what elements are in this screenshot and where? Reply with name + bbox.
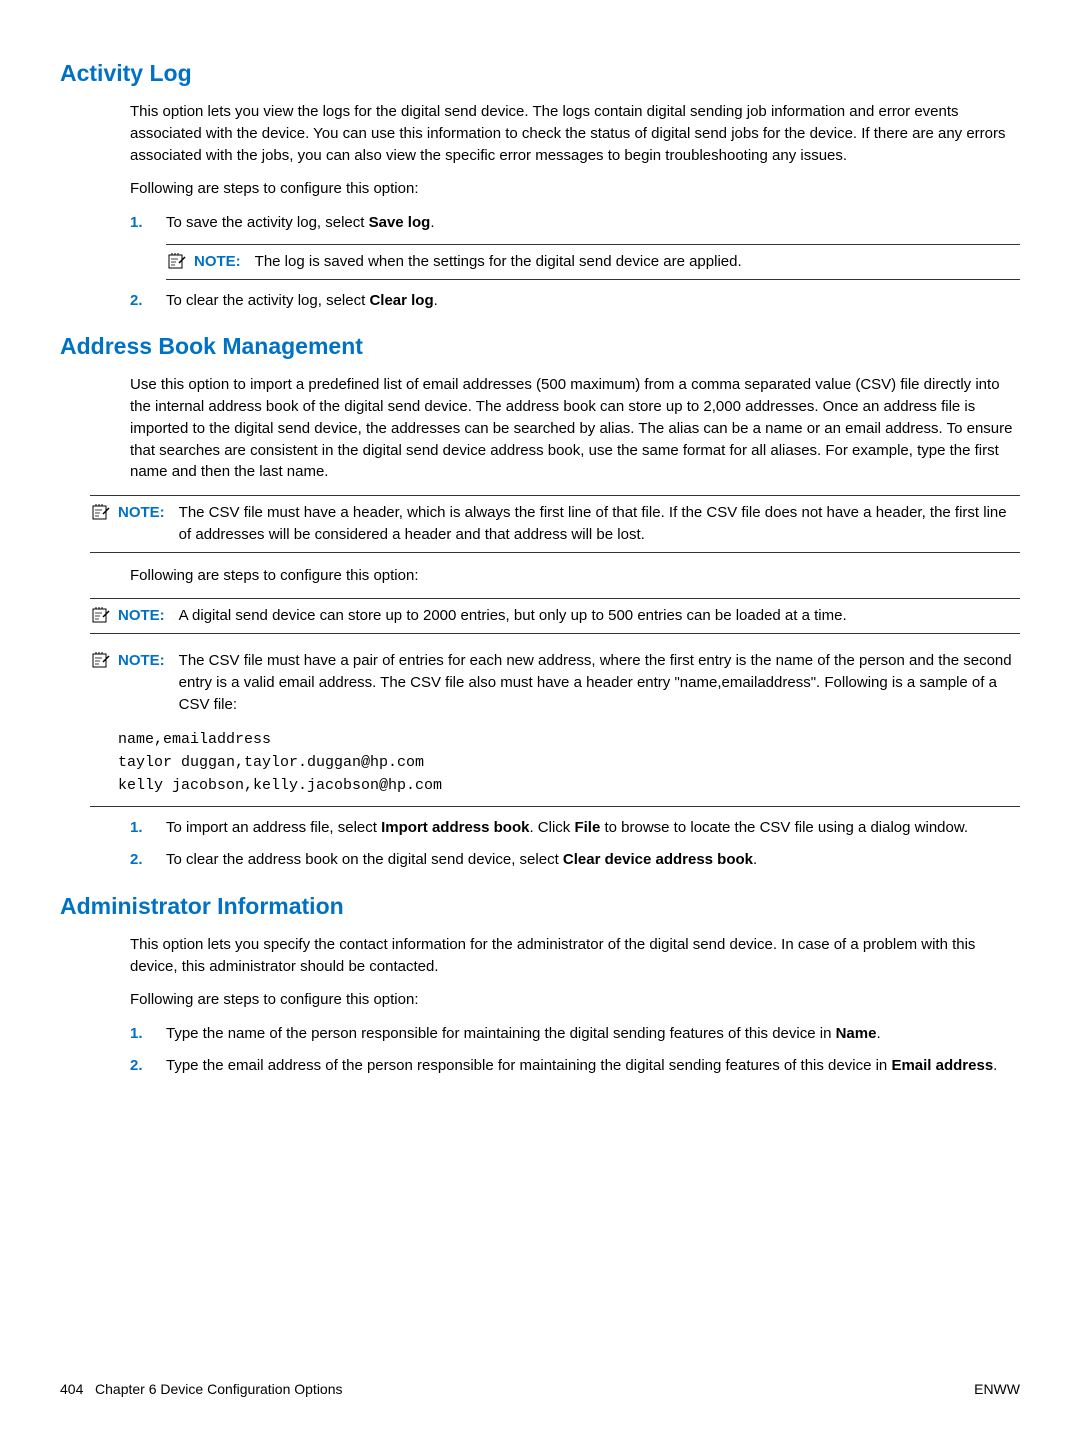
bold-text: Save log	[369, 214, 431, 231]
note-box: NOTE: The log is saved when the settings…	[166, 244, 1020, 280]
admin-info-para-1: This option lets you specify the contact…	[130, 934, 1020, 978]
admin-info-body: This option lets you specify the contact…	[130, 934, 1020, 1077]
note-text: A digital send device can store up to 20…	[179, 605, 1020, 627]
list-item: 1. To save the activity log, select Save…	[130, 212, 1020, 234]
step-text: To import an address file, select Import…	[166, 817, 1020, 839]
note-icon	[90, 605, 112, 625]
step-text: Type the email address of the person res…	[166, 1055, 1020, 1077]
chapter-title: Chapter 6 Device Configuration Options	[95, 1381, 342, 1397]
text-span: .	[753, 851, 757, 868]
step-number: 1.	[130, 1023, 166, 1045]
address-book-notes: NOTE: The CSV file must have a header, w…	[90, 495, 1020, 553]
address-book-para-1: Use this option to import a predefined l…	[130, 374, 1020, 483]
list-item: 2. To clear the address book on the digi…	[130, 849, 1020, 871]
text-span: Type the name of the person responsible …	[166, 1025, 836, 1042]
code-line: name,emailaddress	[118, 731, 1020, 748]
step-number: 2.	[130, 290, 166, 312]
note-label: NOTE:	[194, 251, 241, 273]
note-box: NOTE: A digital send device can store up…	[90, 598, 1020, 634]
address-book-note-stack: NOTE: A digital send device can store up…	[90, 598, 1020, 807]
note-icon	[90, 502, 112, 522]
note-icon	[90, 650, 112, 670]
text-span: Type the email address of the person res…	[166, 1057, 891, 1074]
admin-info-para-2: Following are steps to configure this op…	[130, 989, 1020, 1011]
note-text: The log is saved when the settings for t…	[255, 251, 1020, 273]
text-span: To save the activity log, select	[166, 214, 369, 231]
bold-text: Email address	[891, 1057, 993, 1074]
step-number: 1.	[130, 817, 166, 839]
step-text: Type the name of the person responsible …	[166, 1023, 1020, 1045]
list-item: 1. To import an address file, select Imp…	[130, 817, 1020, 839]
heading-address-book: Address Book Management	[60, 333, 1020, 360]
note-text: The CSV file must have a pair of entries…	[179, 650, 1020, 715]
list-item: 2. Type the email address of the person …	[130, 1055, 1020, 1077]
bold-text: Clear log	[369, 292, 433, 309]
code-line: taylor duggan,taylor.duggan@hp.com	[118, 754, 1020, 771]
activity-log-para-1: This option lets you view the logs for t…	[130, 101, 1020, 166]
text-span: To clear the address book on the digital…	[166, 851, 563, 868]
nested-note-wrapper: NOTE: The log is saved when the settings…	[166, 244, 1020, 280]
page-number: 404	[60, 1381, 83, 1397]
document-page: Activity Log This option lets you view t…	[0, 0, 1080, 1437]
address-book-para-2: Following are steps to configure this op…	[130, 565, 1020, 587]
address-book-steps-wrap: 1. To import an address file, select Imp…	[130, 817, 1020, 871]
activity-log-body: This option lets you view the logs for t…	[130, 101, 1020, 311]
text-span: .	[434, 292, 438, 309]
text-span: .	[430, 214, 434, 231]
bold-text: Name	[836, 1025, 877, 1042]
step-number: 2.	[130, 849, 166, 871]
address-book-steps: 1. To import an address file, select Imp…	[130, 817, 1020, 871]
code-line: kelly jacobson,kelly.jacobson@hp.com	[118, 777, 1020, 794]
activity-log-para-2: Following are steps to configure this op…	[130, 178, 1020, 200]
text-span: To clear the activity log, select	[166, 292, 369, 309]
footer-left: 404 Chapter 6 Device Configuration Optio…	[60, 1381, 343, 1397]
note-box: NOTE: The CSV file must have a pair of e…	[90, 644, 1020, 721]
step-text: To clear the activity log, select Clear …	[166, 290, 1020, 312]
text-span: .	[993, 1057, 997, 1074]
code-sample: name,emailaddress taylor duggan,taylor.d…	[90, 731, 1020, 807]
activity-log-steps: 1. To save the activity log, select Save…	[130, 212, 1020, 234]
step-number: 1.	[130, 212, 166, 234]
note-icon	[166, 251, 188, 271]
text-span: To import an address file, select	[166, 819, 381, 836]
bold-text: Clear device address book	[563, 851, 753, 868]
note-label: NOTE:	[118, 605, 165, 627]
step-number: 2.	[130, 1055, 166, 1077]
bold-text: File	[574, 819, 600, 836]
footer-right: ENWW	[974, 1381, 1020, 1397]
text-span: . Click	[529, 819, 574, 836]
heading-activity-log: Activity Log	[60, 60, 1020, 87]
note-label: NOTE:	[118, 502, 165, 524]
text-span: .	[876, 1025, 880, 1042]
address-book-body: Use this option to import a predefined l…	[130, 374, 1020, 483]
list-item: 1. Type the name of the person responsib…	[130, 1023, 1020, 1045]
note-box: NOTE: The CSV file must have a header, w…	[90, 495, 1020, 553]
list-item: 2. To clear the activity log, select Cle…	[130, 290, 1020, 312]
address-book-body-2: Following are steps to configure this op…	[130, 565, 1020, 587]
activity-log-steps-cont: 2. To clear the activity log, select Cle…	[130, 290, 1020, 312]
page-footer: 404 Chapter 6 Device Configuration Optio…	[60, 1381, 1020, 1397]
note-label: NOTE:	[118, 650, 165, 672]
text-span: to browse to locate the CSV file using a…	[600, 819, 968, 836]
bold-text: Import address book	[381, 819, 529, 836]
step-text: To clear the address book on the digital…	[166, 849, 1020, 871]
step-text: To save the activity log, select Save lo…	[166, 212, 1020, 234]
note-text: The CSV file must have a header, which i…	[179, 502, 1020, 546]
heading-administrator-information: Administrator Information	[60, 893, 1020, 920]
admin-info-steps: 1. Type the name of the person responsib…	[130, 1023, 1020, 1077]
